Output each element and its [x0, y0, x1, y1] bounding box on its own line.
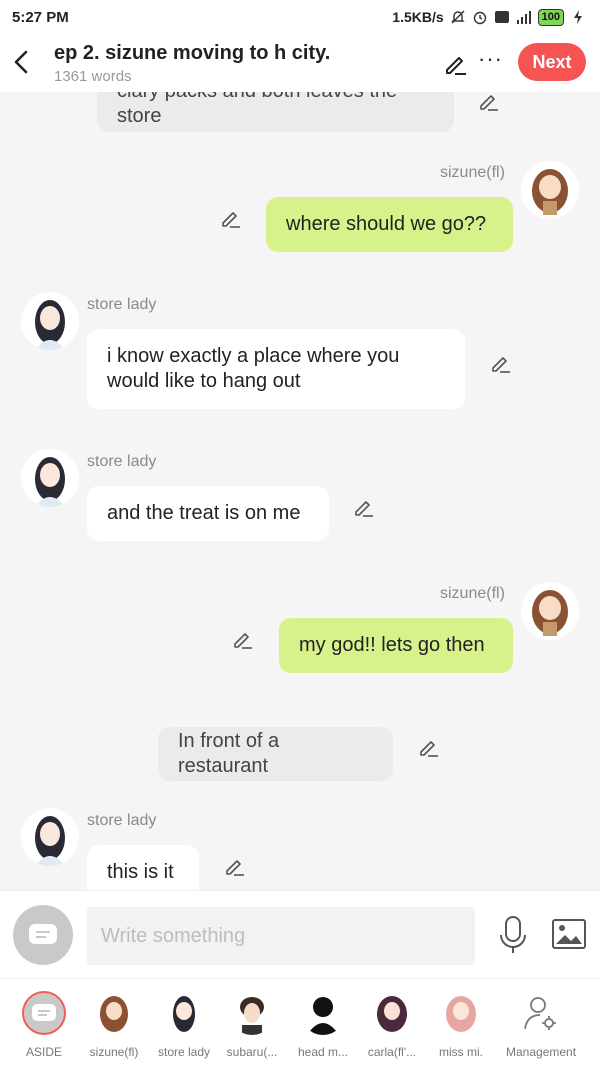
speaker-name: store lady [87, 296, 157, 313]
message-bubble[interactable]: and the treat is on me [87, 486, 329, 541]
message-bubble[interactable]: i know exactly a place where you would l… [87, 329, 465, 409]
avatar [439, 991, 483, 1035]
avatar[interactable] [21, 808, 79, 866]
aside-icon [22, 991, 66, 1035]
speaker-name: sizune(fl) [440, 164, 505, 181]
battery-icon: 100 [537, 8, 564, 26]
edit-message-icon[interactable] [478, 92, 500, 112]
speaker-name: sizune(fl) [440, 585, 505, 602]
my-message-bubble[interactable]: where should we go?? [266, 197, 513, 252]
avatar[interactable] [21, 449, 79, 507]
avatar[interactable] [21, 292, 79, 350]
net-speed: 1.5KB/s [392, 9, 444, 25]
message-text-line: would like to hang out [107, 370, 301, 392]
narration-bubble[interactable]: clary packs and both leaves the store [97, 92, 454, 132]
alarm-icon [473, 11, 486, 25]
aside-toggle-button[interactable] [13, 905, 73, 965]
avatar [370, 991, 414, 1035]
speaker-name: store lady [87, 453, 157, 470]
narration-bubble[interactable]: In front of a restaurant [158, 727, 393, 781]
status-icons: 1.5KB/s 100 [392, 8, 586, 26]
aside-icon [29, 924, 57, 944]
header: ep 2. sizune moving to h city. 1361 word… [0, 34, 600, 92]
character-label: subaru(... [226, 1045, 278, 1059]
compose-bar [0, 890, 600, 978]
avatar [92, 991, 136, 1035]
character-label: Management [506, 1045, 577, 1059]
avatar [301, 991, 345, 1035]
volte-icon [494, 11, 509, 23]
edit-message-icon[interactable] [232, 628, 254, 650]
avatar[interactable] [521, 161, 579, 219]
character-subaru[interactable]: subaru(... [222, 991, 282, 1059]
message-bubble[interactable]: this is it [87, 845, 199, 890]
character-store-lady[interactable]: store lady [154, 991, 214, 1059]
speaker-name: store lady [87, 812, 157, 829]
character-management[interactable]: Management [506, 991, 577, 1059]
narration-text: In front of a restaurant [178, 730, 280, 777]
avatar [230, 991, 274, 1035]
bell-muted-icon [450, 10, 465, 24]
episode-title: ep 2. sizune moving to h city. [54, 42, 331, 64]
character-bar: ASIDE sizune(fl) store lady subaru(... h… [0, 978, 600, 1067]
avatar[interactable] [521, 582, 579, 640]
charging-icon [574, 10, 582, 24]
more-options-icon[interactable]: ··· [478, 46, 503, 72]
edit-message-icon[interactable] [490, 352, 512, 374]
my-message-bubble[interactable]: my god!! lets go then [279, 618, 513, 673]
character-label: ASIDE [25, 1045, 62, 1059]
edit-message-icon[interactable] [418, 736, 440, 758]
message-text: my god!! lets go then [299, 634, 485, 656]
signal-icon [516, 11, 531, 24]
narration-text: clary packs and both leaves the store [117, 92, 397, 127]
edit-message-icon[interactable] [224, 855, 246, 877]
message-input[interactable] [87, 907, 475, 965]
character-sizune[interactable]: sizune(fl) [84, 991, 144, 1059]
character-label: head m... [297, 1045, 349, 1059]
status-time: 5:27 PM [12, 8, 69, 26]
character-carla[interactable]: carla(fl'... [362, 991, 422, 1059]
message-text: this is it [107, 861, 174, 883]
character-aside[interactable]: ASIDE [14, 991, 74, 1059]
edit-title-icon[interactable] [443, 51, 469, 77]
edit-message-icon[interactable] [220, 207, 242, 229]
character-head-m[interactable]: head m... [293, 991, 353, 1059]
character-miss-mi[interactable]: miss mi. [431, 991, 491, 1059]
character-label: miss mi. [439, 1045, 483, 1059]
avatar [162, 991, 206, 1035]
status-bar: 5:27 PM 1.5KB/s 100 [0, 0, 600, 34]
message-text: where should we go?? [286, 213, 487, 235]
message-text-line: i know exactly a place where you [107, 345, 400, 367]
edit-message-icon[interactable] [353, 496, 375, 518]
microphone-icon[interactable] [498, 915, 528, 955]
message-text: and the treat is on me [107, 502, 301, 524]
manage-characters-icon [518, 991, 562, 1035]
back-arrow-icon[interactable] [10, 48, 34, 76]
word-count: 1361 words [54, 68, 132, 85]
character-label: carla(fl'... [367, 1045, 417, 1059]
character-label: sizune(fl) [89, 1045, 139, 1059]
chat-area[interactable]: clary packs and both leaves the store si… [0, 92, 600, 890]
character-label: store lady [157, 1045, 211, 1059]
next-button[interactable]: Next [518, 43, 586, 81]
image-icon[interactable] [552, 919, 586, 949]
